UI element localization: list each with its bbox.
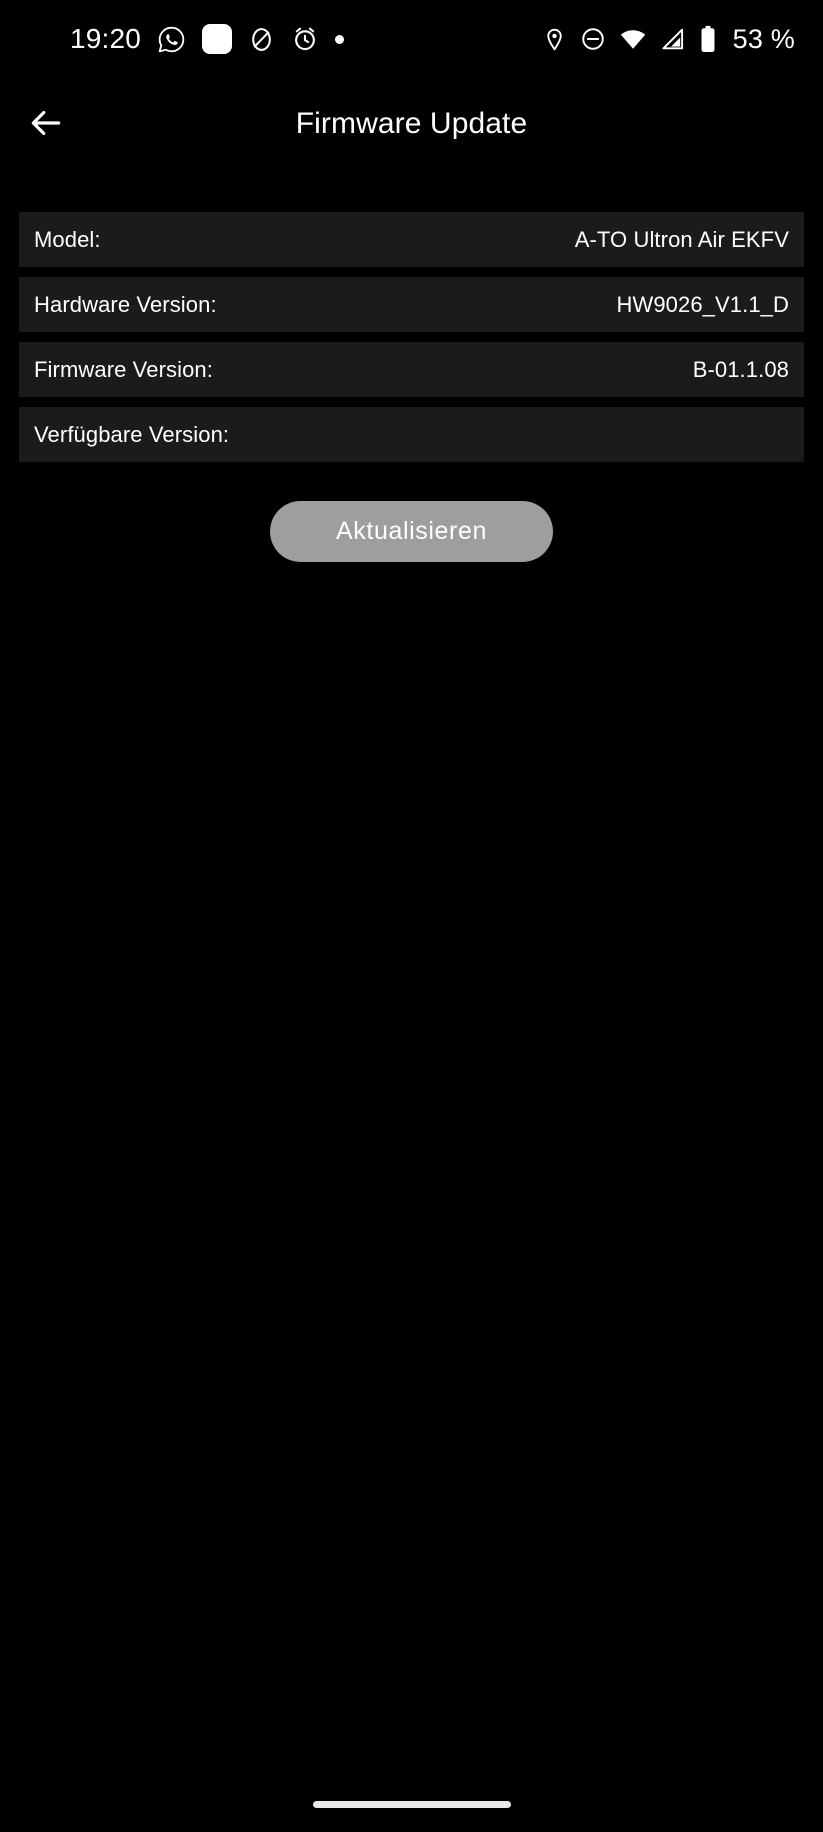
status-bar: 19:20 53 % bbox=[0, 0, 823, 78]
app-bar: Firmware Update bbox=[0, 78, 823, 170]
update-button[interactable]: Aktualisieren bbox=[270, 501, 553, 562]
system-navigation-bar bbox=[0, 1770, 823, 1832]
info-row-firmware-version: Firmware Version: B-01.1.08 bbox=[19, 342, 804, 397]
do-not-disturb-slash-icon bbox=[248, 26, 275, 53]
cellular-signal-icon bbox=[660, 26, 686, 52]
rounded-square-icon bbox=[202, 24, 233, 54]
page-title: Firmware Update bbox=[295, 107, 528, 140]
battery-percent-label: 53 % bbox=[732, 23, 795, 54]
info-label: Hardware Version: bbox=[34, 291, 217, 317]
do-not-disturb-icon bbox=[580, 26, 606, 52]
action-area: Aktualisieren bbox=[0, 501, 823, 562]
status-bar-left: 19:20 bbox=[28, 23, 345, 54]
location-pin-icon bbox=[542, 27, 567, 52]
wifi-icon bbox=[619, 25, 647, 53]
device-info-list: Model: A-TO Ultron Air EKFV Hardware Ver… bbox=[0, 212, 823, 462]
alarm-clock-icon bbox=[291, 25, 319, 53]
info-row-hardware-version: Hardware Version: HW9026_V1.1_D bbox=[19, 277, 804, 332]
info-row-available-version: Verfügbare Version: bbox=[19, 407, 804, 462]
whatsapp-icon bbox=[157, 25, 186, 54]
back-button[interactable] bbox=[18, 96, 74, 152]
dot-icon bbox=[335, 34, 345, 44]
info-label: Firmware Version: bbox=[34, 356, 213, 382]
home-indicator[interactable] bbox=[312, 1800, 511, 1808]
status-bar-right: 53 % bbox=[542, 24, 795, 55]
arrow-left-icon bbox=[27, 104, 65, 145]
info-label: Model: bbox=[34, 226, 101, 252]
info-value: B-01.1.08 bbox=[692, 356, 789, 382]
status-clock: 19:20 bbox=[70, 23, 142, 54]
info-row-model: Model: A-TO Ultron Air EKFV bbox=[19, 212, 804, 267]
battery-icon bbox=[699, 25, 717, 53]
info-value: HW9026_V1.1_D bbox=[616, 291, 789, 317]
info-label: Verfügbare Version: bbox=[34, 421, 230, 447]
info-value: A-TO Ultron Air EKFV bbox=[574, 226, 789, 252]
